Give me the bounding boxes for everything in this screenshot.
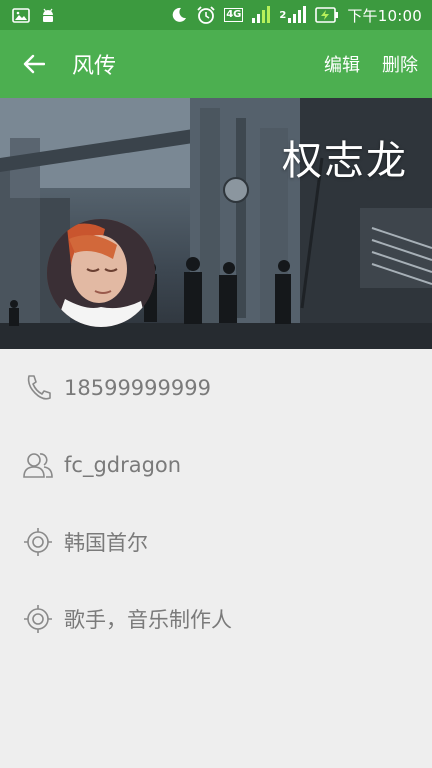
signal-strength-sim2-icon: 2 bbox=[279, 6, 307, 24]
detail-text: 韩国首尔 bbox=[64, 530, 148, 555]
location-icon bbox=[22, 526, 54, 558]
arrow-left-icon bbox=[23, 54, 45, 74]
detail-text: 18599999999 bbox=[64, 375, 211, 400]
clock: 下午10:00 bbox=[347, 6, 422, 25]
phone-icon bbox=[22, 372, 54, 404]
detail-row-phone[interactable]: 18599999999 bbox=[0, 349, 432, 426]
network-type-badge: 4G bbox=[224, 8, 244, 22]
page-title: 风传 bbox=[72, 54, 117, 79]
status-bar: 4G 2 下午10:00 bbox=[0, 0, 432, 30]
avatar[interactable] bbox=[47, 219, 155, 327]
detail-text: 歌手，音乐制作人 bbox=[64, 607, 232, 632]
alarm-icon bbox=[196, 5, 216, 25]
detail-row-location[interactable]: 韩国首尔 bbox=[0, 503, 432, 580]
edit-button[interactable]: 编辑 bbox=[324, 51, 360, 77]
profile-banner: 权志龙 bbox=[0, 98, 432, 349]
status-right: 4G 2 下午10:00 bbox=[170, 5, 422, 26]
back-button[interactable] bbox=[20, 50, 48, 78]
contacts-icon bbox=[22, 449, 54, 481]
avatar-portrait bbox=[47, 219, 155, 327]
app-bar: 风传 编辑 删除 bbox=[0, 30, 432, 98]
moon-icon bbox=[170, 6, 188, 24]
android-debug-icon bbox=[40, 7, 56, 24]
delete-button[interactable]: 删除 bbox=[382, 51, 418, 77]
location-icon bbox=[22, 603, 54, 635]
status-left bbox=[12, 7, 56, 24]
profile-name: 权志龙 bbox=[282, 138, 408, 184]
battery-charging-icon bbox=[315, 7, 339, 23]
detail-row-occupation[interactable]: 歌手，音乐制作人 bbox=[0, 580, 432, 657]
detail-row-account[interactable]: fc_gdragon bbox=[0, 426, 432, 503]
sim-number: 2 bbox=[279, 9, 287, 21]
image-notification-icon bbox=[12, 7, 30, 23]
profile-details: 18599999999 fc_gdragon 韩国首尔 歌手，音乐制作人 bbox=[0, 349, 432, 657]
signal-strength-icon bbox=[251, 6, 271, 24]
detail-text: fc_gdragon bbox=[64, 452, 182, 477]
